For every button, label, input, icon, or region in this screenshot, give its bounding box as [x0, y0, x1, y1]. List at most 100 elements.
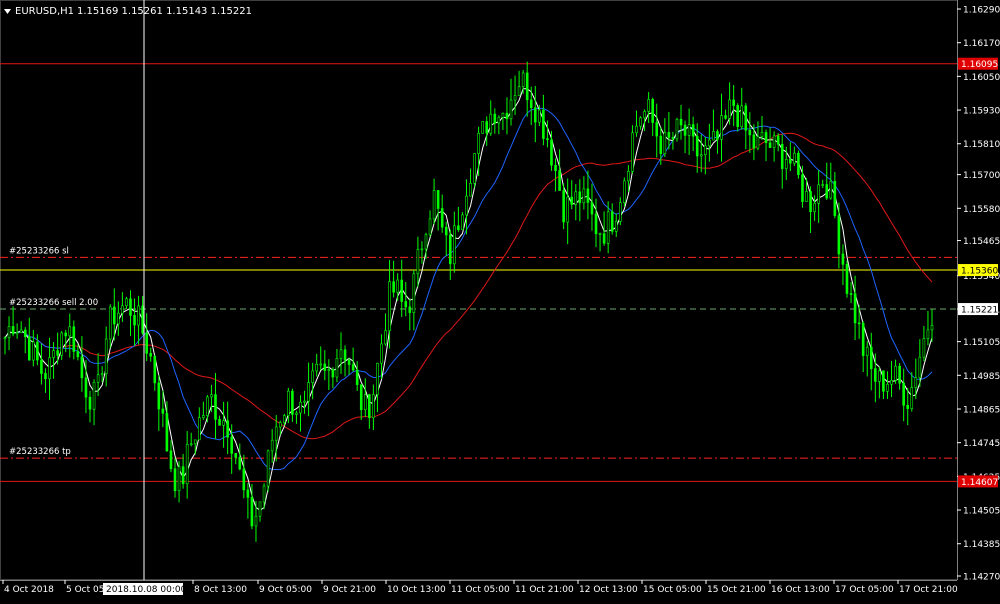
candle-body — [368, 394, 371, 418]
candle-body — [635, 125, 638, 134]
candle-body — [388, 281, 391, 331]
candle-body — [193, 439, 197, 445]
candle-body — [416, 249, 420, 275]
red-level-bottom-badge-label: 1.14607 — [961, 478, 998, 488]
candle-body — [270, 439, 274, 452]
candle-body — [278, 422, 282, 428]
chart-header: EURUSD,H1 1.15169 1.15261 1.15143 1.1522… — [4, 6, 252, 17]
order-tp-label: #25233266 tp — [9, 447, 71, 457]
price-tick-label: 1.14385 — [963, 540, 1000, 550]
candle-body — [829, 181, 833, 199]
candle-body — [145, 332, 148, 354]
time-tick-label: 17 Oct 05:00 — [835, 585, 894, 595]
candle-body — [809, 191, 812, 213]
candle-body — [76, 351, 80, 358]
time-tick-label: 17 Oct 21:00 — [899, 585, 958, 595]
candle-body — [639, 117, 642, 127]
candle-body — [720, 115, 723, 140]
order-sell-badge-label: 1.15221 — [961, 306, 998, 316]
candle-body — [582, 188, 586, 204]
candle-body — [108, 306, 112, 340]
candle-body — [821, 184, 825, 186]
candle-body — [234, 453, 238, 458]
ohlc-values: 1.15169 1.15261 1.15143 1.15221 — [77, 6, 252, 17]
candle-body — [878, 370, 881, 382]
candle-body — [910, 387, 914, 409]
price-tick-label: 1.15465 — [963, 237, 1000, 247]
candle-body — [331, 369, 335, 378]
price-tick-label: 1.14865 — [963, 405, 1000, 415]
candle-body — [202, 415, 205, 418]
price-badges: 1.16095 1.15360 1.15221 1.14607 — [958, 57, 998, 488]
candle-body — [457, 225, 460, 231]
price-tick-label: 1.15810 — [963, 140, 1000, 150]
candle-body — [185, 443, 189, 485]
candle-body — [538, 109, 541, 123]
candle-body — [712, 131, 715, 141]
candle-body — [574, 191, 578, 205]
candle-body — [363, 394, 367, 411]
time-tick-label: 10 Oct 13:00 — [387, 585, 446, 595]
candle-body — [590, 202, 594, 215]
candle-body — [882, 370, 885, 392]
candle-body — [189, 443, 193, 446]
candle-body — [542, 109, 545, 139]
candle-body — [922, 338, 926, 358]
chart-window[interactable]: #25233266 sl #25233266 sell 2.00 #25233266… — [0, 0, 1000, 600]
candle-body — [890, 379, 893, 385]
candle-body — [432, 190, 436, 220]
candle-body — [396, 279, 399, 293]
candle-body — [813, 202, 816, 213]
candle-body — [27, 336, 31, 361]
candle-body — [728, 99, 731, 119]
candle-body — [420, 248, 424, 251]
candle-body — [477, 133, 480, 154]
candle-body — [453, 225, 456, 265]
candle-body — [355, 369, 359, 385]
candle-body — [489, 113, 493, 134]
candle-body — [218, 419, 221, 426]
order-sl-label: #25233266 sl — [9, 246, 69, 256]
candle-body — [412, 273, 416, 313]
time-tick-label: 5 Oct 05 — [66, 585, 104, 595]
time-tick-label: 9 Oct 21:00 — [323, 585, 376, 595]
candle-body — [606, 211, 610, 244]
candle-body — [319, 363, 323, 366]
candle-body — [736, 105, 739, 127]
candle-body — [623, 180, 626, 203]
candle-body — [311, 370, 314, 383]
candle-body — [501, 112, 505, 118]
candle-body — [817, 184, 820, 204]
candle-body — [776, 135, 780, 145]
candle-body — [845, 264, 849, 294]
candle-body — [627, 170, 630, 182]
candle-body — [129, 298, 132, 316]
candle-body — [784, 159, 788, 169]
candle-body — [214, 394, 217, 420]
candle-body — [299, 401, 302, 414]
candle-body — [262, 485, 266, 503]
candle-body — [517, 86, 521, 96]
candle-body — [165, 413, 169, 452]
candle-body — [513, 95, 517, 101]
candle-body — [748, 129, 752, 136]
price-chart[interactable]: #25233266 sl #25233266 sell 2.00 #25233266… — [0, 0, 1000, 600]
candle-body — [177, 466, 181, 492]
candle-body — [283, 415, 286, 423]
candle-body — [926, 329, 930, 339]
price-tick-label: 1.14505 — [963, 507, 1000, 517]
dropdown-triangle-icon[interactable] — [4, 9, 11, 14]
candle-body — [760, 132, 764, 137]
candle-body — [404, 301, 408, 308]
candle-body — [88, 396, 92, 410]
candle-body — [671, 137, 675, 140]
candle-body — [359, 384, 363, 411]
price-tick-label: 1.16170 — [963, 39, 1000, 49]
candle-body — [509, 99, 513, 120]
price-tick-label: 1.15580 — [963, 205, 1000, 215]
candle-body — [149, 352, 153, 357]
candle-body — [647, 99, 650, 112]
candle-body — [554, 164, 557, 171]
candle-body — [173, 468, 177, 492]
candle-body — [643, 111, 646, 119]
